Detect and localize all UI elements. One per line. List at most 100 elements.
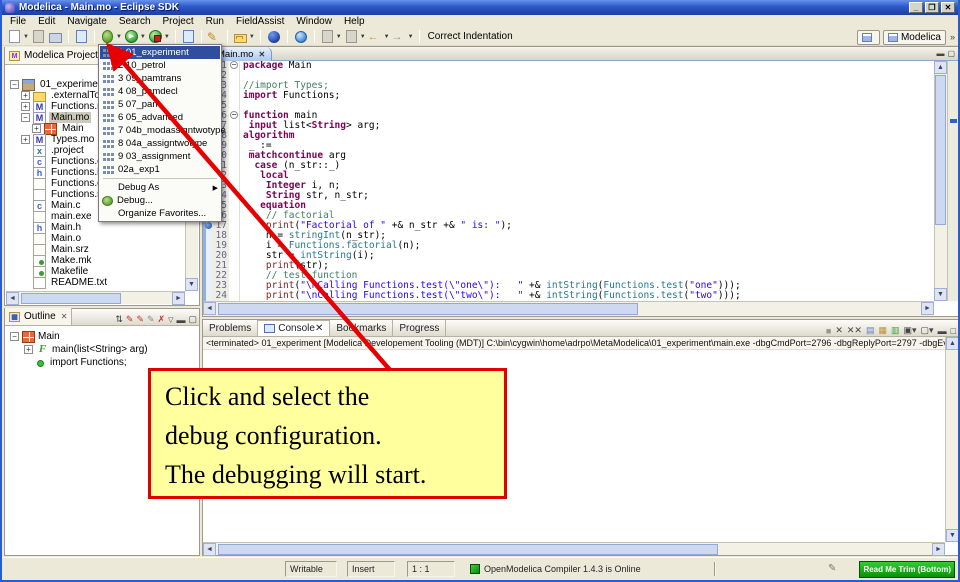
debug-config-item[interactable]: 7 04b_modassigntwotype <box>100 124 220 137</box>
debug-config-item[interactable]: 6 05_advanced <box>100 111 220 124</box>
previous-annotation-button[interactable]: ▼ <box>343 29 367 45</box>
tab-problems[interactable]: Problems <box>203 320 258 336</box>
tree-item-make-mk[interactable]: Make.mk <box>6 255 185 266</box>
read-me-trim-button[interactable]: Read Me Trim (Bottom) <box>859 561 955 578</box>
annotation-ruler[interactable] <box>203 271 212 281</box>
close-icon[interactable]: ✕ <box>315 323 323 334</box>
back-button[interactable]: ←▼ <box>367 29 391 45</box>
hide-fields-icon[interactable]: ✎ <box>126 314 134 325</box>
console-horizontal-scrollbar[interactable]: ◄ ► <box>203 542 945 555</box>
chevron-down-icon[interactable]: ▼ <box>360 34 366 40</box>
browser-button[interactable] <box>292 29 310 45</box>
menu-window[interactable]: Window <box>290 16 338 27</box>
minimize-view-icon[interactable]: ▬ <box>938 326 947 336</box>
debug-config-item[interactable]: 2 10_petrol <box>100 59 220 72</box>
external-tools-doc-button[interactable] <box>73 29 90 45</box>
debug-config-item[interactable]: 8 04a_assigntwotype <box>100 137 220 150</box>
open-perspective-button[interactable] <box>857 30 880 45</box>
tab-console[interactable]: Console✕ <box>258 320 330 336</box>
perspective-overflow-chevron[interactable]: » <box>950 32 955 42</box>
expand-icon[interactable]: + <box>21 135 30 144</box>
annotation-ruler[interactable] <box>203 261 212 271</box>
scrollbar-thumb[interactable] <box>218 303 638 315</box>
open-console-icon[interactable]: ▢▾ <box>921 325 934 336</box>
collapse-icon[interactable]: − <box>230 61 238 69</box>
search-button[interactable]: ✎ <box>206 29 223 45</box>
scroll-left-icon[interactable]: ◄ <box>203 543 216 556</box>
scroll-up-icon[interactable]: ▲ <box>946 337 959 350</box>
tab-progress[interactable]: Progress <box>393 320 446 336</box>
chevron-down-icon[interactable]: ▼ <box>140 34 146 40</box>
menu-item-debug[interactable]: Debug... <box>100 194 220 207</box>
annotation-ruler[interactable] <box>203 241 212 251</box>
code-editor[interactable]: 1−package Main23//import Types;4import F… <box>203 61 934 301</box>
remove-all-launches-icon[interactable]: ✕✕ <box>847 325 862 336</box>
annotation-ruler[interactable] <box>203 291 212 301</box>
annotation-ruler[interactable] <box>203 281 212 291</box>
menu-item-organize-favorites[interactable]: Organize Favorites... <box>100 207 220 220</box>
menu-search[interactable]: Search <box>113 16 157 27</box>
tree-item-main-srz[interactable]: Main.srz <box>6 244 185 255</box>
chevron-down-icon[interactable]: ▼ <box>408 34 414 40</box>
clear-console-icon[interactable]: ▤ <box>866 325 875 336</box>
minimize-view-icon[interactable]: ▬ <box>936 49 944 58</box>
outline-item-main[interactable]: − Main <box>10 330 198 343</box>
display-console-icon[interactable]: ▣▾ <box>904 325 917 336</box>
debug-button[interactable]: ▼ <box>99 29 123 45</box>
print-button[interactable] <box>47 29 64 45</box>
menu-file[interactable]: File <box>4 16 32 27</box>
edit-trim-icon[interactable]: ✎ <box>828 563 836 574</box>
scroll-left-icon[interactable]: ◄ <box>6 292 19 305</box>
terminate-icon[interactable]: ■ <box>826 326 831 336</box>
maximize-view-icon[interactable]: ▢ <box>947 49 955 58</box>
scroll-lock-icon[interactable]: ▦ <box>878 325 887 336</box>
tree-item-readme-txt[interactable]: README.txt <box>6 277 185 288</box>
scroll-right-icon[interactable]: ► <box>932 543 945 556</box>
breakpoint-icon[interactable] <box>205 222 212 229</box>
close-icon[interactable]: ✕ <box>258 50 265 59</box>
console-vertical-scrollbar[interactable]: ▲ ▼ <box>945 337 959 542</box>
save-button[interactable] <box>30 29 47 45</box>
restore-button[interactable]: ❐ <box>925 2 939 13</box>
scroll-up-icon[interactable]: ▲ <box>934 61 947 74</box>
correct-indentation-button[interactable]: Correct Indentation <box>424 31 517 42</box>
maximize-view-icon[interactable]: □ <box>951 326 956 336</box>
menu-item-debug-as[interactable]: Debug As ▶ <box>100 181 220 194</box>
sphere-button[interactable] <box>265 29 283 45</box>
debug-config-item[interactable]: 9 03_assignment <box>100 150 220 163</box>
outline-item-function-main[interactable]: + main(list<String> arg) <box>10 343 198 356</box>
debug-config-item[interactable]: 5 07_pam <box>100 98 220 111</box>
scroll-right-icon[interactable]: ► <box>172 292 185 305</box>
tree-item-main-o[interactable]: Main.o <box>6 233 185 244</box>
tab-outline[interactable]: ▦ Outline ✕ <box>5 308 72 325</box>
tree-item-makefile[interactable]: Makefile <box>6 266 185 277</box>
editor-vertical-scrollbar[interactable]: ▲ ▼ <box>934 61 947 301</box>
scroll-down-icon[interactable]: ▼ <box>946 529 959 542</box>
scroll-left-icon[interactable]: ◄ <box>203 302 216 315</box>
next-annotation-button[interactable]: ▼ <box>319 29 343 45</box>
close-icon[interactable]: ✕ <box>61 312 68 321</box>
expand-icon[interactable]: + <box>21 91 30 100</box>
menu-navigate[interactable]: Navigate <box>61 16 112 27</box>
annotation-ruler[interactable] <box>203 231 212 241</box>
annotation-ruler[interactable] <box>203 221 212 231</box>
expand-icon[interactable]: + <box>24 345 33 354</box>
debug-config-item[interactable]: 3 09_pamtrans <box>100 72 220 85</box>
overview-ruler[interactable] <box>947 61 959 301</box>
scroll-down-icon[interactable]: ▼ <box>934 288 947 301</box>
chevron-down-icon[interactable]: ▼ <box>116 34 122 40</box>
scrollbar-thumb[interactable] <box>218 544 718 555</box>
expand-icon[interactable]: + <box>21 102 30 111</box>
collapse-icon[interactable]: − <box>230 111 238 119</box>
scrollbar-thumb[interactable] <box>935 75 946 225</box>
tab-bookmarks[interactable]: Bookmarks <box>330 320 393 336</box>
annotation-ruler[interactable] <box>203 251 212 261</box>
forward-button[interactable]: →▼ <box>391 29 415 45</box>
perspective-modelica-button[interactable]: Modelica <box>883 30 946 45</box>
close-button[interactable]: ✕ <box>941 2 955 13</box>
debug-config-item[interactable]: 1 01_experiment <box>100 46 220 59</box>
run-external-tools-button[interactable]: ▼ <box>147 29 171 45</box>
sort-icon[interactable]: ⇅ <box>115 314 123 325</box>
hide-local-types-icon[interactable]: ✗ <box>158 314 166 325</box>
maximize-view-icon[interactable]: ▢ <box>188 314 197 325</box>
